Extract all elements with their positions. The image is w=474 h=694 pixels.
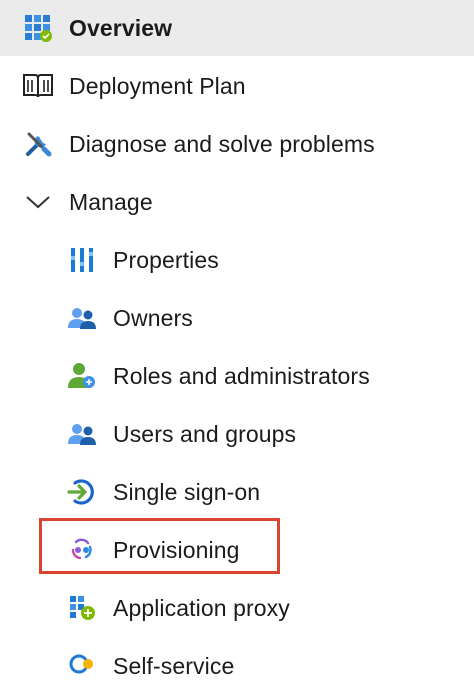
menu-item-label: Application proxy — [113, 594, 290, 621]
menu-item-single-sign-on[interactable]: Single sign-on — [0, 464, 474, 520]
user-role-icon — [66, 360, 98, 392]
wrench-screwdriver-icon — [22, 128, 54, 160]
menu-item-provisioning[interactable]: Provisioning — [0, 522, 474, 578]
self-service-icon — [66, 650, 98, 682]
sign-in-arrow-icon — [66, 476, 98, 508]
book-icon — [22, 70, 54, 102]
provisioning-cycle-icon — [66, 534, 98, 566]
menu-item-properties[interactable]: Properties — [0, 232, 474, 288]
users-icon — [66, 418, 98, 450]
menu-item-label: Diagnose and solve problems — [69, 130, 375, 157]
overview-grid-icon — [22, 12, 54, 44]
menu-item-application-proxy[interactable]: Application proxy — [0, 580, 474, 636]
menu-item-label: Users and groups — [113, 420, 297, 447]
menu-item-label: Properties — [113, 246, 219, 273]
users-icon — [66, 302, 98, 334]
menu-item-label: Provisioning — [113, 536, 240, 563]
menu-item-owners[interactable]: Owners — [0, 290, 474, 346]
menu-section-manage[interactable]: Manage — [0, 174, 474, 230]
menu-item-roles-administrators[interactable]: Roles and administrators — [0, 348, 474, 404]
chevron-down-icon[interactable] — [22, 186, 54, 218]
section-label: Manage — [69, 188, 153, 215]
menu-item-users-groups[interactable]: Users and groups — [0, 406, 474, 462]
menu-item-label: Owners — [113, 304, 193, 331]
properties-bars-icon — [66, 244, 98, 276]
menu-item-label: Overview — [69, 14, 173, 41]
menu-item-label: Self-service — [113, 652, 235, 679]
menu-item-label: Roles and administrators — [113, 362, 370, 389]
menu-item-overview[interactable]: Overview — [0, 0, 474, 56]
menu-item-label: Single sign-on — [113, 478, 261, 505]
menu-item-deployment-plan[interactable]: Deployment Plan — [0, 58, 474, 114]
navigation-menu: Overview Deployment Plan Diagnose and so… — [0, 0, 474, 679]
menu-item-label: Deployment Plan — [69, 72, 246, 99]
menu-item-diagnose[interactable]: Diagnose and solve problems — [0, 116, 474, 172]
menu-item-self-service[interactable]: Self-service — [0, 638, 474, 694]
application-proxy-icon — [66, 592, 98, 624]
